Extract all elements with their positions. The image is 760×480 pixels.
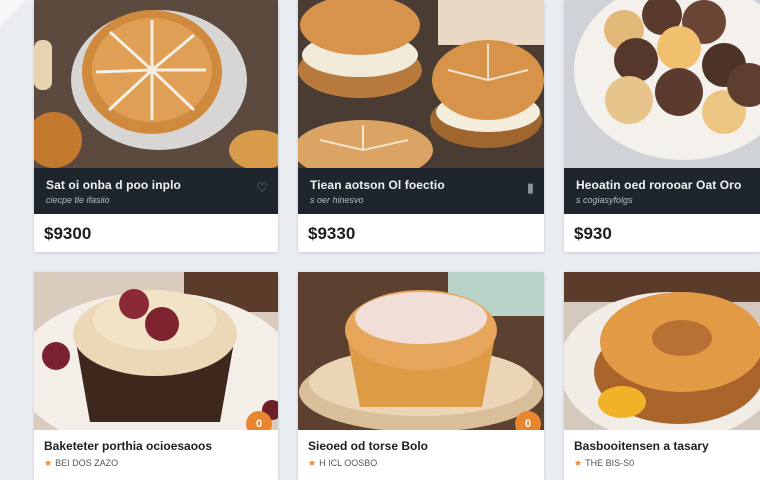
bookmark-icon[interactable]: ♡ [256,180,268,196]
product-info-4: Baketeter porthia ocioesaoos ★ BEI DOS ZA… [34,430,278,480]
product-subtitle-3: s cogiasyfolgs [576,195,633,205]
product-title-2: Tiean aotson Ol foectio [310,178,445,192]
product-price-3: $930 [574,224,612,243]
product-price-2: $9330 [308,224,356,243]
product-info-band-2: Tiean aotson Ol foectio s oer hinesvo ▮ [298,168,544,214]
product-photo-1 [34,0,278,168]
product-info-band-3: Heoatin oed rorooar Oat Oro s cogiasyfol… [564,168,760,214]
product-meta-4: BEI DOS ZAZO [55,458,119,468]
product-info-band-1: Sat oi onba d poo inplo ciecpe tle ifasi… [34,168,278,214]
product-photo-4: 0 [34,272,278,430]
product-photo-5: 0 [298,272,544,430]
product-info-5: Sieoed od torse Bolo ★ H ICL OOSBO [298,430,544,480]
star-icon: ★ [44,458,53,468]
product-card-1[interactable]: Sat oi onba d poo inplo ciecpe tle ifasi… [34,0,278,252]
product-title-6: Basbooitensen a tasary [574,439,709,453]
product-photo-2 [298,0,544,168]
badge-4: 0 [246,411,272,430]
product-card-2[interactable]: Tiean aotson Ol foectio s oer hinesvo ▮ … [298,0,544,252]
product-title-5: Sieoed od torse Bolo [308,439,429,453]
product-price-1: $9300 [44,224,92,243]
product-subtitle-6: ★ THE BIS-S0 [574,458,634,469]
bookmark-icon[interactable]: ▮ [527,180,534,196]
product-grid: Sat oi onba d poo inplo ciecpe tle ifasi… [0,0,760,480]
product-subtitle-2: s oer hinesvo [310,195,364,205]
badge-5: 0 [515,411,541,430]
product-photo-3 [564,0,760,168]
product-title-1: Sat oi onba d poo inplo [46,178,181,192]
product-meta-5: H ICL OOSBO [319,458,378,468]
product-info-6: Basbooitensen a tasary ★ THE BIS-S0 [564,430,760,480]
product-title-3: Heoatin oed rorooar Oat Oro [576,178,742,192]
product-meta-6: THE BIS-S0 [585,458,635,468]
product-card-3[interactable]: Heoatin oed rorooar Oat Oro s cogiasyfol… [564,0,760,252]
star-icon: ★ [308,458,317,468]
product-subtitle-1: ciecpe tle ifasiio [46,195,110,205]
product-photo-6 [564,272,760,430]
product-subtitle-4: ★ BEI DOS ZAZO [44,458,118,469]
product-title-4: Baketeter porthia ocioesaoos [44,439,213,453]
product-card-6[interactable]: Basbooitensen a tasary ★ THE BIS-S0 [564,272,760,480]
corner-fold [0,0,26,26]
product-subtitle-5: ★ H ICL OOSBO [308,458,377,469]
star-icon: ★ [574,458,583,468]
product-card-5[interactable]: 0 Sieoed od torse Bolo ★ H ICL OOSBO [298,272,544,480]
product-card-4[interactable]: 0 Baketeter porthia ocioesaoos ★ BEI DOS … [34,272,278,480]
